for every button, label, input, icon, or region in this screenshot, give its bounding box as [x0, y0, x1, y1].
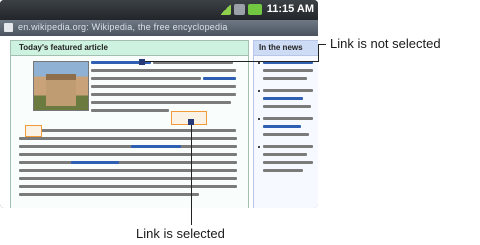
article-thumbnail[interactable] [33, 61, 89, 111]
wifi-icon [234, 4, 245, 15]
selected-link-highlight[interactable] [25, 125, 42, 137]
in-the-news-title: In the news [259, 43, 303, 52]
list-bullet [258, 62, 260, 64]
article-link-line[interactable] [71, 161, 119, 164]
callout-label-not-selected: Link is not selected [330, 36, 441, 51]
callout-line-top-leader [318, 44, 326, 45]
news-text-line [263, 117, 313, 120]
article-link-line[interactable] [131, 145, 181, 148]
callout-label-selected: Link is selected [136, 226, 225, 241]
article-text-line [91, 109, 169, 112]
list-bullet [258, 118, 260, 120]
news-text-line [263, 133, 309, 136]
article-text-line [19, 153, 237, 156]
callout-line-top-horizontal [145, 61, 318, 62]
featured-article-header: Today's featured article [11, 41, 248, 56]
phone-screen: 11:15 AM en.wikipedia.org: Wikipedia, th… [0, 0, 318, 208]
article-text-line [91, 77, 201, 80]
signal-icon [220, 4, 231, 15]
article-text-line [19, 145, 237, 148]
address-bar[interactable]: en.wikipedia.org: Wikipedia, the free en… [0, 20, 318, 36]
article-text-line [19, 193, 199, 196]
news-text-line [263, 169, 303, 172]
status-time: 11:15 AM [266, 3, 314, 15]
featured-article-box: Today's featured article [10, 40, 249, 208]
favicon-icon [4, 23, 13, 32]
list-bullet [258, 146, 260, 148]
news-text-line [263, 89, 313, 92]
article-text-line [91, 93, 236, 96]
battery-icon [248, 4, 262, 15]
callout-line-bottom [191, 125, 192, 225]
news-text-line [263, 153, 307, 156]
article-text-line [19, 177, 237, 180]
article-link-line[interactable] [203, 77, 236, 80]
callout-line-top-extension [318, 44, 319, 62]
list-bullet [258, 90, 260, 92]
status-icons [220, 4, 262, 15]
article-text-line [19, 161, 237, 164]
in-the-news-box: In the news [253, 40, 318, 208]
article-text-line [19, 169, 237, 172]
news-link-line[interactable] [263, 97, 303, 100]
featured-article-title: Today's featured article [19, 43, 108, 52]
article-text-line [19, 185, 237, 188]
unselected-link-marker [139, 59, 145, 65]
article-text-line [91, 85, 236, 88]
article-text-line [19, 137, 237, 140]
article-text-line [91, 101, 231, 104]
url-text[interactable]: en.wikipedia.org: Wikipedia, the free en… [18, 22, 228, 32]
status-bar: 11:15 AM [0, 0, 318, 20]
news-text-line [263, 105, 311, 108]
in-the-news-header: In the news [254, 41, 318, 56]
news-text-line [263, 145, 313, 148]
news-text-line [263, 69, 313, 72]
news-link-line[interactable] [263, 125, 301, 128]
news-text-line [263, 77, 307, 80]
article-text-line [41, 129, 236, 132]
news-text-line [263, 161, 313, 164]
building-image [46, 74, 76, 106]
article-text-line [91, 69, 236, 72]
